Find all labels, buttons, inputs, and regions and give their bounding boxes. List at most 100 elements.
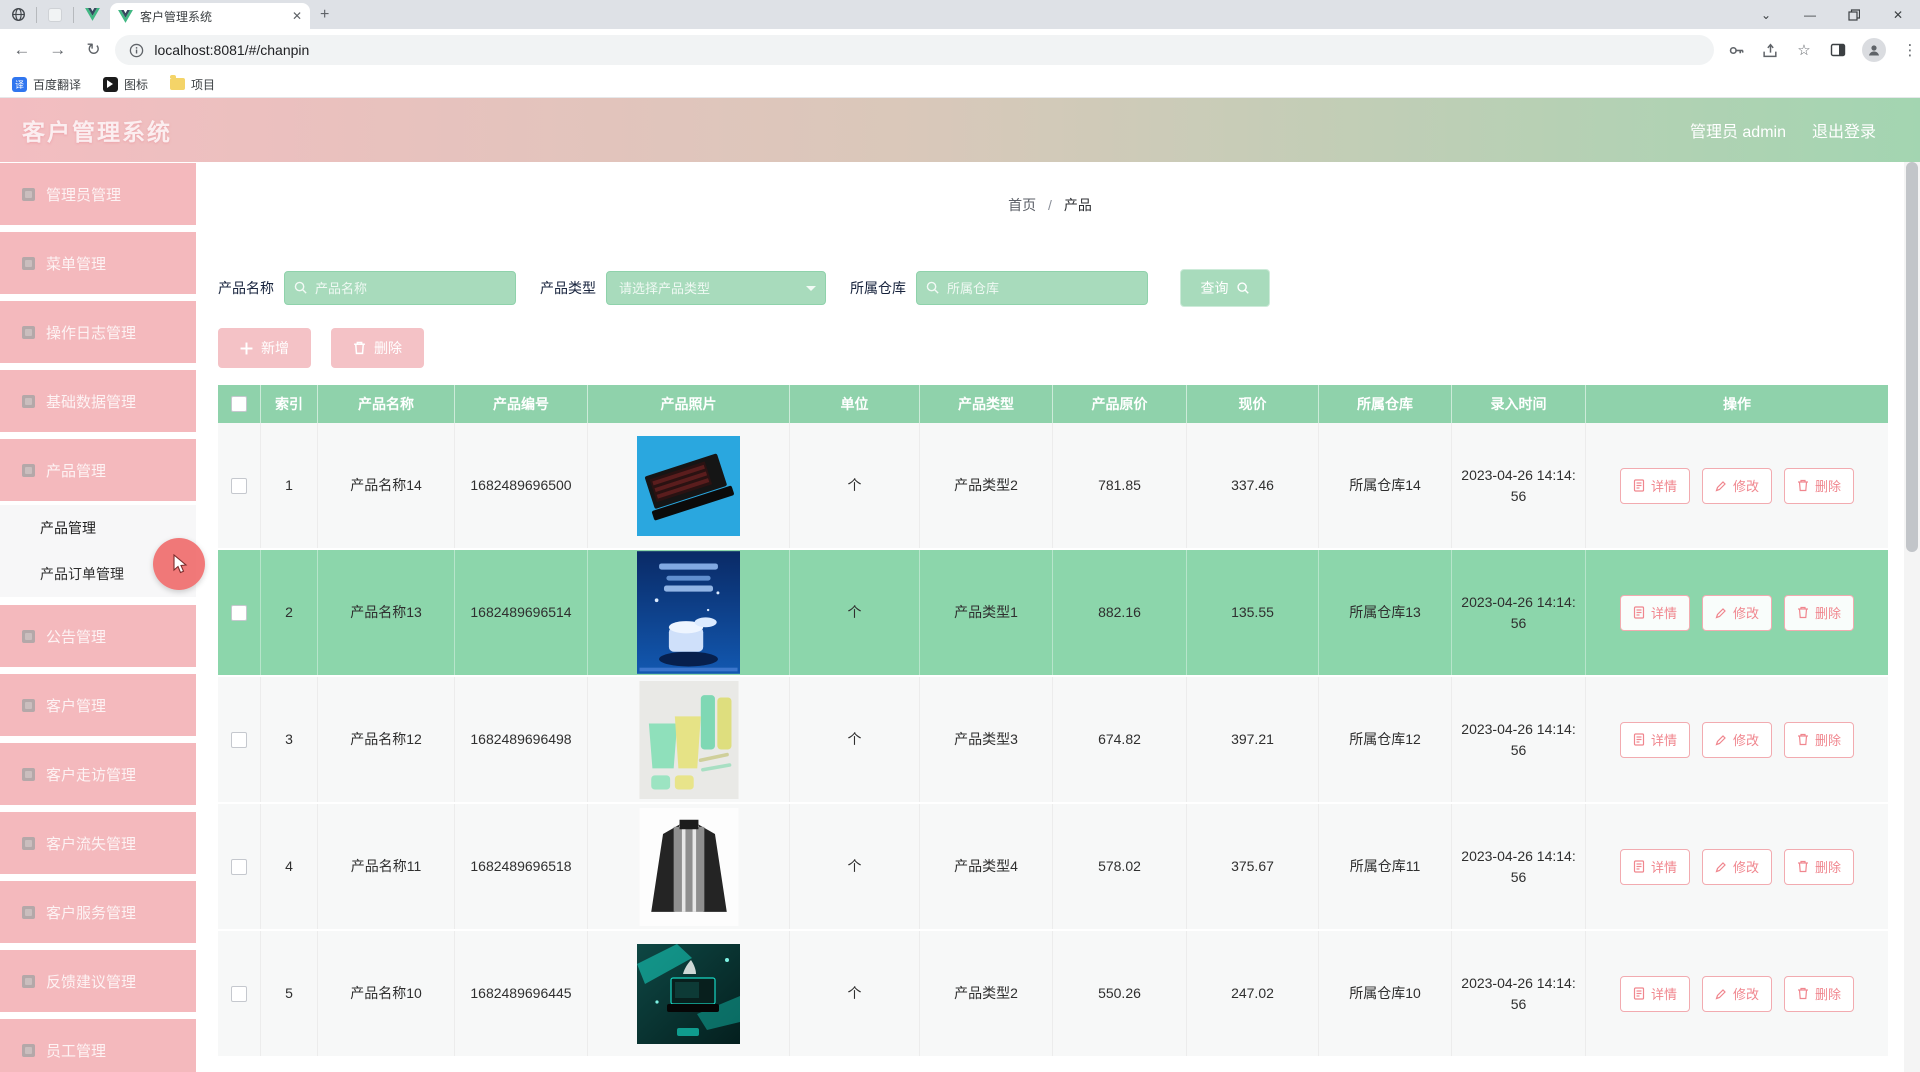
window-chevron-icon[interactable]: ⌄	[1744, 0, 1788, 29]
back-icon[interactable]: ←	[8, 36, 36, 64]
window-minimize-button[interactable]: —	[1788, 0, 1832, 29]
select-all-checkbox[interactable]	[231, 396, 247, 412]
row-checkbox[interactable]	[231, 986, 247, 1002]
row-delete-button[interactable]: 删除	[1784, 722, 1854, 758]
url-text[interactable]: localhost:8081/#/chanpin	[154, 42, 309, 58]
globe-icon[interactable]	[10, 7, 26, 23]
flag-icon	[103, 77, 118, 92]
window-close-button[interactable]: ✕	[1876, 0, 1920, 29]
row-checkbox[interactable]	[231, 605, 247, 621]
page-scrollbar[interactable]	[1904, 162, 1920, 1072]
delete-button[interactable]: 删除	[331, 328, 424, 368]
detail-button[interactable]: 详情	[1620, 849, 1690, 885]
detail-button[interactable]: 详情	[1620, 976, 1690, 1012]
product-table: 索引 产品名称 产品编号 产品照片 单位 产品类型 产品原价 现价 所属仓库 录…	[218, 385, 1888, 1058]
feedback-icon	[22, 975, 35, 988]
log-icon	[22, 326, 35, 339]
sidebar-item-log-mgmt[interactable]: 操作日志管理	[0, 301, 196, 363]
edit-button[interactable]: 修改	[1702, 976, 1772, 1012]
product-type-label: 产品类型	[540, 278, 596, 298]
bookmark-project[interactable]: 项目	[170, 76, 215, 93]
trash-icon	[1797, 860, 1809, 873]
detail-button[interactable]: 详情	[1620, 595, 1690, 631]
tab-close-icon[interactable]: ✕	[292, 9, 302, 23]
blank-tab-icon[interactable]	[47, 7, 63, 23]
active-tab[interactable]: 客户管理系统 ✕	[110, 3, 310, 29]
warehouse-label: 所属仓库	[850, 278, 906, 298]
reload-icon[interactable]: ↻	[80, 36, 108, 64]
edit-button[interactable]: 修改	[1702, 595, 1772, 631]
current-user-label: 管理员 admin	[1690, 118, 1786, 142]
profile-avatar[interactable]	[1862, 38, 1886, 62]
trash-icon	[1797, 479, 1809, 492]
password-key-icon[interactable]	[1726, 40, 1746, 60]
bookmark-icons[interactable]: 图标	[103, 76, 148, 93]
product-type-select[interactable]	[606, 271, 826, 305]
address-bar[interactable]: localhost:8081/#/chanpin	[115, 35, 1714, 65]
app-title: 客户管理系统	[22, 113, 172, 147]
bookmark-star-icon[interactable]: ☆	[1794, 40, 1814, 60]
product-name-label: 产品名称	[218, 278, 274, 298]
sidebar-item-staff-mgmt[interactable]: 员工管理	[0, 1019, 196, 1072]
filter-bar: 产品名称 产品类型 所属仓库 查询	[218, 268, 1270, 308]
sidebar-item-customer-service-mgmt[interactable]: 客户服务管理	[0, 881, 196, 943]
bookmark-baidu-translate[interactable]: 译 百度翻译	[12, 76, 81, 93]
document-icon	[1633, 606, 1645, 619]
detail-button[interactable]: 详情	[1620, 468, 1690, 504]
add-button[interactable]: 新增	[218, 328, 311, 368]
site-info-icon[interactable]	[129, 43, 144, 58]
edit-button[interactable]: 修改	[1702, 849, 1772, 885]
menu-kebab-icon[interactable]: ⋮	[1900, 40, 1920, 60]
translate-icon: 译	[12, 77, 27, 92]
forward-icon[interactable]: →	[44, 36, 72, 64]
trash-icon	[353, 341, 366, 355]
side-panel-icon[interactable]	[1828, 40, 1848, 60]
window-restore-button[interactable]	[1832, 0, 1876, 29]
search-icon	[1236, 281, 1250, 295]
sidebar-item-basedata-mgmt[interactable]: 基础数据管理	[0, 370, 196, 432]
browser-toolbar: ← → ↻ localhost:8081/#/chanpin ☆ ⋮	[0, 29, 1920, 71]
column-header-actions: 操作	[1586, 385, 1888, 423]
sidebar-item-feedback-mgmt[interactable]: 反馈建议管理	[0, 950, 196, 1012]
edit-button[interactable]: 修改	[1702, 468, 1772, 504]
logout-link[interactable]: 退出登录	[1812, 118, 1876, 142]
row-delete-button[interactable]: 删除	[1784, 849, 1854, 885]
sidebar: 管理员管理 菜单管理 操作日志管理 基础数据管理 产品管理 产品管理 产品订单管…	[0, 162, 196, 1072]
new-tab-button[interactable]: +	[320, 6, 329, 24]
sidebar-item-admin-mgmt[interactable]: 管理员管理	[0, 163, 196, 225]
trash-icon	[1797, 606, 1809, 619]
cursor-highlight	[153, 538, 205, 590]
tab-separator	[73, 7, 74, 23]
edit-button[interactable]: 修改	[1702, 722, 1772, 758]
row-delete-button[interactable]: 删除	[1784, 595, 1854, 631]
document-icon	[1633, 860, 1645, 873]
column-header-code: 产品编号	[455, 385, 588, 423]
detail-button[interactable]: 详情	[1620, 722, 1690, 758]
sidebar-item-customer-churn-mgmt[interactable]: 客户流失管理	[0, 812, 196, 874]
breadcrumb-separator: /	[1048, 197, 1052, 213]
share-icon[interactable]	[1760, 40, 1780, 60]
search-button[interactable]: 查询	[1180, 269, 1270, 307]
table-toolbar: 新增 删除	[218, 328, 424, 368]
sidebar-item-product-mgmt[interactable]: 产品管理	[0, 439, 196, 501]
sidebar-item-menu-mgmt[interactable]: 菜单管理	[0, 232, 196, 294]
sidebar-item-customer-visit-mgmt[interactable]: 客户走访管理	[0, 743, 196, 805]
column-header-unit: 单位	[790, 385, 920, 423]
breadcrumb-home[interactable]: 首页	[1008, 197, 1036, 213]
table-row: 1 产品名称14 1682489696500	[218, 423, 1888, 550]
staff-icon	[22, 1044, 35, 1057]
row-checkbox[interactable]	[231, 478, 247, 494]
folder-icon	[170, 78, 185, 90]
product-name-input[interactable]	[284, 271, 516, 305]
sidebar-item-announcement-mgmt[interactable]: 公告管理	[0, 605, 196, 667]
tab-separator	[36, 7, 37, 23]
warehouse-input[interactable]	[916, 271, 1148, 305]
scrollbar-thumb[interactable]	[1906, 162, 1918, 552]
row-delete-button[interactable]: 删除	[1784, 976, 1854, 1012]
vue-tab-icon[interactable]	[84, 7, 100, 23]
row-delete-button[interactable]: 删除	[1784, 468, 1854, 504]
app-header: 客户管理系统 管理员 admin 退出登录	[0, 98, 1920, 162]
sidebar-item-customer-mgmt[interactable]: 客户管理	[0, 674, 196, 736]
row-checkbox[interactable]	[231, 732, 247, 748]
row-checkbox[interactable]	[231, 859, 247, 875]
